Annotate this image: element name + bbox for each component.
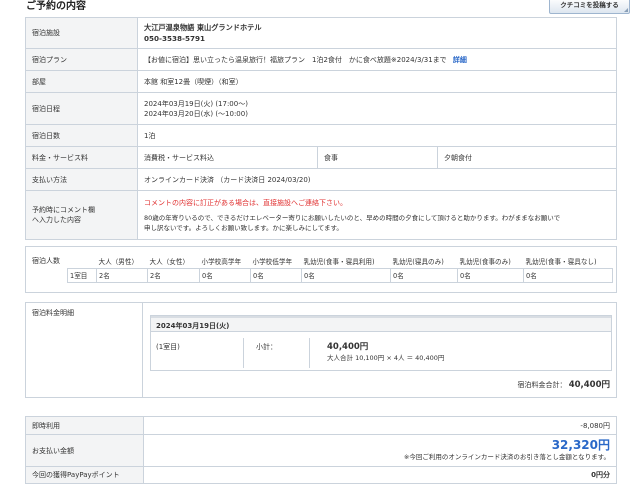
payment-amount-cell: 32,320円 ※今回ご利用のオンラインカード決済のお引き落とし金額となります。 (143, 434, 617, 467)
facility-phone: 050-3538-5791 (144, 34, 205, 43)
plan-cell: 【お値に宿泊】思い立ったら温泉旅行！福旅プラン 1泊2食付 かに食べ放題※202… (137, 48, 617, 71)
row-plan: 宿泊プラン 【お値に宿泊】思い立ったら温泉旅行！福旅プラン 1泊2食付 かに食べ… (25, 48, 617, 71)
price-breakdown-section: 宿泊料金明細 2024年03月19日(火) (1室目) 小計： 40,400円 … (25, 302, 617, 398)
breakdown-date: 2024年03月19日(火) (151, 316, 611, 332)
breakdown-subtotal-detail: 大人合計 10,100円 × 4人 ＝ 40,400円 (327, 354, 445, 362)
comment-label: 予約時にコメント欄 へ入力した内容 (25, 190, 138, 240)
facility-label: 宿泊施設 (25, 17, 138, 49)
guest-header-7: 乳幼児(食事・寝具なし) (525, 257, 597, 266)
reservation-page: ご予約の内容 クチコミを投稿する 宿泊施設 大江戸温泉物語 東山グランドホテル … (0, 0, 640, 487)
section-header: ご予約の内容 クチコミを投稿する (14, 0, 630, 14)
comment-label-line2: へ入力した内容 (32, 216, 81, 224)
facility-name: 大江戸温泉物語 東山グランドホテル (144, 23, 262, 32)
row-nights: 宿泊日数 1泊 (25, 124, 617, 147)
row-points: 今回の獲得PayPayポイント 0円分 (25, 466, 617, 484)
dates-label: 宿泊日程 (25, 92, 138, 125)
guest-value-4: 0名 (301, 267, 391, 283)
room-label: 部屋 (25, 70, 138, 93)
breakdown-subtotal-amount: 40,400円 (327, 342, 369, 352)
checkin-date: 2024年03月19日(火) (17:00〜) (144, 99, 248, 108)
guest-value-5: 0名 (390, 267, 458, 283)
guest-room-label: 1室目 (67, 267, 97, 283)
comment-line-1: 80歳の年寄りいるので、できるだけエレベーター寄りにお願いしたいのと、早めの時間… (144, 213, 561, 222)
row-payment-amount: お支払い金額 32,320円 ※今回ご利用のオンラインカード決済のお引き落とし金… (25, 434, 617, 467)
plan-text: 【お値に宿泊】思い立ったら温泉旅行！福旅プラン 1泊2食付 かに食べ放題※202… (144, 55, 447, 64)
payment-amount-note: ※今回ご利用のオンラインカード決済のお引き落とし金額となります。 (403, 452, 610, 461)
guest-header-4: 乳幼児(食事・寝具利用) (303, 257, 375, 266)
fees-label: 料金・サービス料 (25, 146, 138, 169)
payment-amount-label: お支払い金額 (25, 434, 144, 467)
guest-value-0: 2名 (96, 267, 148, 283)
checkout-date: 2024年03月20日(水) (〜10:00) (144, 109, 248, 118)
breakdown-inner-divider-2 (243, 338, 244, 368)
row-dates: 宿泊日程 2024年03月19日(火) (17:00〜) 2024年03月20日… (25, 92, 617, 125)
nights-value: 1泊 (137, 124, 617, 147)
guest-header-6: 乳幼児(食事のみ) (459, 257, 511, 266)
breakdown-divider (142, 303, 143, 397)
fees-text: 消費税・サービス料込 (137, 146, 318, 169)
breakdown-label: 宿泊料金明細 (32, 309, 74, 317)
guests-label: 宿泊人数 (32, 257, 60, 265)
guest-value-2: 0名 (199, 267, 251, 283)
comment-line-2: 申し訳ないです。よろしくお願い致します。かに楽しみにしてます。 (144, 223, 343, 232)
comment-warning: コメントの内容に訂正がある場合は、直接施設へご連絡下さい。 (144, 198, 347, 207)
nights-label: 宿泊日数 (25, 124, 138, 147)
guest-value-1: 2名 (147, 267, 200, 283)
row-facility: 宿泊施設 大江戸温泉物語 東山グランドホテル 050-3538-5791 (25, 17, 617, 49)
guest-header-2: 小学校高学年 (201, 257, 242, 266)
meal-label: 食事 (317, 146, 438, 169)
room-text: 本館 和室12畳（喫煙）（和室） (137, 70, 617, 93)
breakdown-total-amount: 40,400円 (568, 380, 610, 390)
reservation-details-table: 宿泊施設 大江戸温泉物語 東山グランドホテル 050-3538-5791 宿泊プ… (25, 17, 617, 240)
breakdown-day-box: 2024年03月19日(火) (1室目) 小計： 40,400円 大人合計 10… (150, 315, 612, 371)
guest-header-1: 大人（女性） (149, 257, 190, 266)
page-title: ご予約の内容 (26, 1, 86, 12)
dates-cell: 2024年03月19日(火) (17:00〜) 2024年03月20日(水) (… (137, 92, 617, 125)
guests-corner (68, 254, 97, 268)
guests-header-row: 大人（男性） 大人（女性） 小学校高学年 小学校低学年 乳幼児(食事・寝具利用)… (68, 254, 613, 268)
payment-summary-table: 即時利用 -8,080円 お支払い金額 32,320円 ※今回ご利用のオンライン… (25, 416, 617, 484)
plan-detail-link[interactable]: 詳細 (453, 56, 467, 64)
guest-header-5: 乳幼児(寝具のみ) (392, 257, 444, 266)
instant-use-value: -8,080円 (143, 416, 617, 435)
breakdown-subtotal-label: 小計： (256, 343, 277, 351)
breakdown-total: 宿泊料金合計： 40,400円 (517, 378, 610, 390)
row-payment-method: 支払い方法 オンラインカード決済 （カード決済日 2024/03/20) (25, 168, 617, 191)
comment-label-line1: 予約時にコメント欄 (32, 206, 95, 214)
points-value: 0円分 (143, 466, 617, 484)
post-review-button[interactable]: クチコミを投稿する (549, 0, 630, 14)
guest-value-3: 0名 (250, 267, 302, 283)
guests-value-row: 1室目 2名 2名 0名 0名 0名 0名 0名 0名 (67, 267, 613, 283)
guests-table: 大人（男性） 大人（女性） 小学校高学年 小学校低学年 乳幼児(食事・寝具利用)… (67, 254, 613, 283)
instant-use-label: 即時利用 (25, 416, 144, 435)
guest-header-0: 大人（男性） (98, 257, 139, 266)
points-label: 今回の獲得PayPayポイント (25, 466, 144, 484)
comment-cell: コメントの内容に訂正がある場合は、直接施設へご連絡下さい。 80歳の年寄りいるの… (137, 190, 617, 240)
breakdown-inner-divider (309, 338, 310, 368)
guest-value-6: 0名 (457, 267, 524, 283)
guest-value-7: 0名 (523, 267, 613, 283)
meal-value: 夕朝食付 (437, 146, 617, 169)
row-room: 部屋 本館 和室12畳（喫煙）（和室） (25, 70, 617, 93)
breakdown-total-label: 宿泊料金合計： (517, 381, 567, 389)
payment-amount-value: 32,320円 (551, 437, 610, 452)
row-instant-use: 即時利用 -8,080円 (25, 416, 617, 435)
guest-count-section: 宿泊人数 大人（男性） 大人（女性） 小学校高学年 小学校低学年 乳幼児(食事・… (25, 246, 617, 293)
facility-cell: 大江戸温泉物語 東山グランドホテル 050-3538-5791 (137, 17, 617, 49)
post-review-label: クチコミを投稿する (560, 1, 619, 9)
row-fees: 料金・サービス料 消費税・サービス料込 食事 夕朝食付 (25, 146, 617, 169)
plan-label: 宿泊プラン (25, 48, 138, 71)
breakdown-room: (1室目) (156, 343, 180, 351)
payment-method-label: 支払い方法 (25, 168, 138, 191)
row-comment: 予約時にコメント欄 へ入力した内容 コメントの内容に訂正がある場合は、直接施設へ… (25, 190, 617, 240)
guest-header-3: 小学校低学年 (252, 257, 293, 266)
payment-method-text: オンラインカード決済 （カード決済日 2024/03/20) (137, 168, 617, 191)
corner-icon (624, 8, 628, 12)
